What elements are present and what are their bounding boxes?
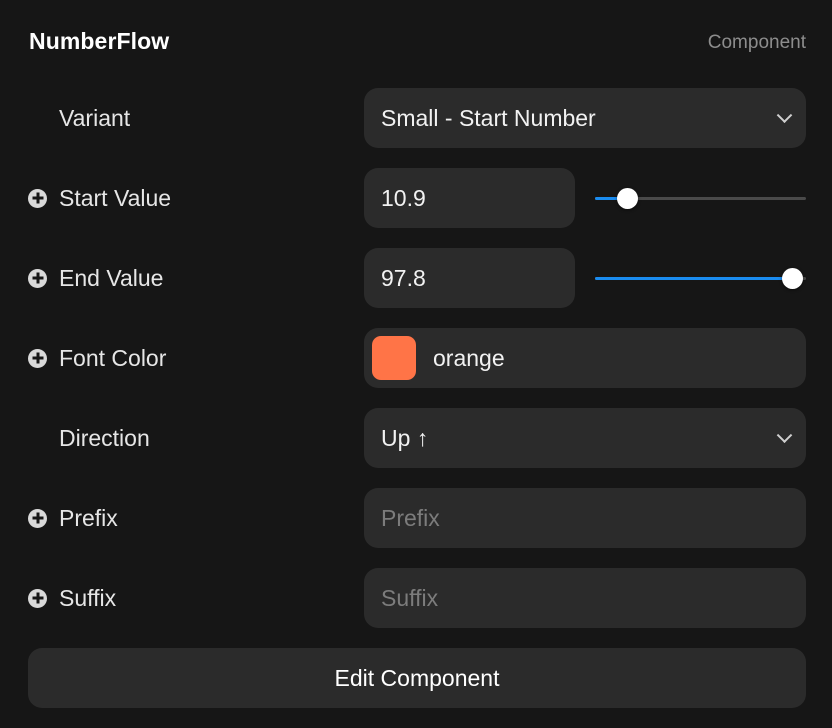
suffix-input[interactable]: Suffix xyxy=(364,568,806,628)
font-color-row: Font Color orange xyxy=(0,328,832,388)
end-value-slider[interactable] xyxy=(595,248,806,308)
direction-value: Up ↑ xyxy=(381,424,429,451)
font-color-label: Font Color xyxy=(59,344,167,371)
end-value-text: 97.8 xyxy=(381,264,426,291)
plus-circle-icon[interactable] xyxy=(28,508,47,528)
start-value-input[interactable]: 10.9 xyxy=(364,168,575,228)
end-value-input[interactable]: 97.8 xyxy=(364,248,575,308)
font-color-picker[interactable]: orange xyxy=(364,328,806,388)
component-title: NumberFlow xyxy=(29,28,170,54)
prefix-row: Prefix Prefix xyxy=(0,488,832,548)
color-swatch[interactable] xyxy=(372,336,416,380)
start-value-label: Start Value xyxy=(59,184,172,211)
edit-component-button[interactable]: Edit Component xyxy=(28,648,806,708)
suffix-row: Suffix Suffix xyxy=(0,568,832,628)
font-color-value: orange xyxy=(433,344,505,371)
direction-select[interactable]: Up ↑ xyxy=(364,408,806,468)
end-value-row: End Value 97.8 xyxy=(0,248,832,308)
variant-row: Variant Small - Start Number xyxy=(0,88,832,148)
direction-label: Direction xyxy=(59,424,150,451)
prefix-placeholder: Prefix xyxy=(381,504,440,531)
chevron-down-icon xyxy=(776,427,793,444)
start-value-text: 10.9 xyxy=(381,184,426,211)
start-value-slider[interactable] xyxy=(595,168,806,228)
end-value-label: End Value xyxy=(59,264,164,291)
direction-row: Direction Up ↑ xyxy=(0,408,832,468)
plus-circle-icon[interactable] xyxy=(28,348,47,368)
variant-select[interactable]: Small - Start Number xyxy=(364,88,806,148)
suffix-placeholder: Suffix xyxy=(381,584,439,611)
start-value-row: Start Value 10.9 xyxy=(0,168,832,228)
component-type-label: Component xyxy=(707,32,806,53)
slider-fill xyxy=(595,277,793,280)
variant-label: Variant xyxy=(59,104,131,131)
plus-circle-icon[interactable] xyxy=(28,588,47,608)
prefix-label: Prefix xyxy=(59,504,118,531)
slider-handle[interactable] xyxy=(782,268,804,289)
variant-value: Small - Start Number xyxy=(381,104,596,131)
plus-circle-icon[interactable] xyxy=(28,268,47,288)
slider-handle[interactable] xyxy=(616,188,638,209)
plus-circle-icon[interactable] xyxy=(28,188,47,208)
chevron-down-icon xyxy=(776,107,793,124)
prefix-input[interactable]: Prefix xyxy=(364,488,806,548)
suffix-label: Suffix xyxy=(59,584,117,611)
